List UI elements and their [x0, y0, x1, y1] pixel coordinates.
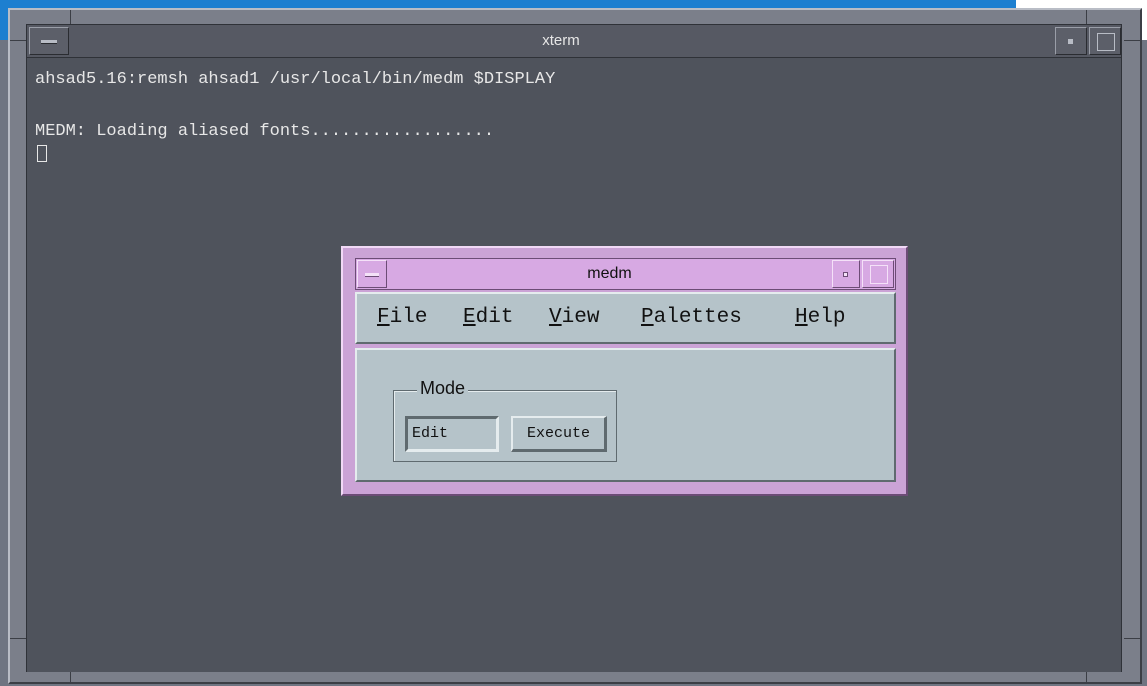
menu-label: elp: [807, 306, 846, 329]
mode-label: Mode: [417, 378, 469, 398]
menu-mnemonic: E: [463, 306, 476, 329]
menu-palettes[interactable]: Palettes: [641, 294, 742, 342]
menu-label: alettes: [653, 306, 742, 329]
menu-label: ile: [389, 306, 428, 329]
menu-view[interactable]: View: [549, 294, 599, 342]
menu-edit[interactable]: Edit: [463, 294, 513, 342]
maximize-button[interactable]: [1089, 27, 1121, 55]
terminal-line: MEDM: Loading aliased fonts.............…: [35, 122, 495, 141]
medm-titlebar[interactable]: medm: [355, 258, 896, 290]
minimize-icon: [1068, 39, 1073, 44]
menu-help[interactable]: Help: [795, 294, 845, 342]
maximize-icon: [1097, 33, 1115, 51]
terminal-line: ahsad5.16:remsh ahsad1 /usr/local/bin/me…: [35, 70, 556, 89]
terminal-cursor: [37, 145, 47, 162]
minimize-button[interactable]: [1055, 27, 1087, 55]
menu-mnemonic: F: [377, 306, 390, 329]
menu-label: dit: [475, 306, 514, 329]
frame-resize-notch[interactable]: [10, 638, 26, 639]
execute-mode-button[interactable]: Execute: [511, 416, 607, 452]
minimize-icon: [843, 272, 848, 277]
menu-label: iew: [561, 306, 600, 329]
menu-mnemonic: P: [641, 306, 654, 329]
medm-main-panel: Mode Edit Execute: [355, 348, 896, 482]
menu-mnemonic: V: [549, 306, 562, 329]
frame-resize-notch[interactable]: [1124, 40, 1140, 41]
frame-resize-notch[interactable]: [10, 40, 26, 41]
medm-window: medm File Edit View Palettes Help Mode E…: [341, 246, 908, 496]
xterm-title: xterm: [542, 32, 580, 49]
minimize-button[interactable]: [832, 260, 860, 288]
medm-title: medm: [587, 265, 632, 282]
menu-mnemonic: H: [795, 306, 808, 329]
menu-file[interactable]: File: [377, 294, 427, 342]
window-menu-icon: [41, 40, 57, 44]
medm-menubar: File Edit View Palettes Help: [355, 292, 896, 344]
edit-mode-button[interactable]: Edit: [405, 416, 499, 452]
frame-resize-notch[interactable]: [1124, 638, 1140, 639]
window-menu-button[interactable]: [357, 260, 387, 288]
window-menu-button[interactable]: [29, 27, 69, 55]
maximize-button[interactable]: [862, 260, 894, 288]
maximize-icon: [870, 265, 888, 284]
xterm-titlebar[interactable]: xterm: [26, 24, 1122, 58]
window-menu-icon: [365, 273, 379, 277]
